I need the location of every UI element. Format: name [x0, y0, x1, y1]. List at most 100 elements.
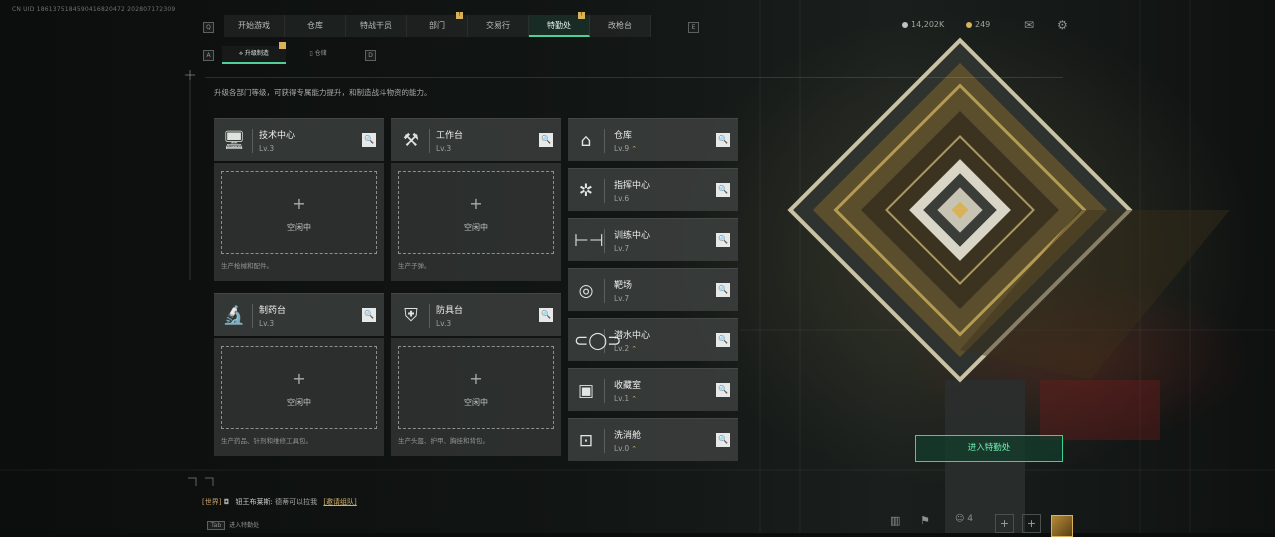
workshop-card-tech-center[interactable]: 🖥 技术中心 Lv.3 🔍: [214, 118, 384, 161]
production-slot[interactable]: + 空闲中: [221, 171, 377, 254]
friends-count-value: 4: [967, 514, 973, 524]
magnify-icon[interactable]: 🔍: [362, 308, 376, 322]
facility-level: Lv.2 ⌃: [614, 344, 637, 353]
card-separator: [604, 179, 605, 203]
facility-level-value: Lv.6: [614, 194, 630, 203]
subtab-storage[interactable]: ▯ 仓储: [286, 46, 350, 62]
plus-icon: +: [292, 194, 306, 213]
facility-level-value: Lv.9: [614, 144, 630, 153]
tab-special-ops[interactable]: 特勤处!: [529, 12, 590, 37]
tab-hint[interactable]: Tab 进入特勤处: [207, 520, 259, 530]
facility-name: 收藏室: [614, 381, 642, 391]
tab-operators[interactable]: 特战干员: [346, 15, 407, 37]
flag-icon[interactable]: ⚑: [920, 514, 930, 527]
magnify-icon[interactable]: 🔍: [716, 233, 730, 247]
idle-status: 空闲中: [464, 223, 488, 232]
command-chip-icon: ✲: [578, 181, 594, 201]
microscope-icon: 🔬: [222, 305, 246, 326]
facility-level: Lv.1 ⌃: [614, 394, 637, 403]
add-team-button[interactable]: +: [1022, 514, 1041, 533]
friends-count[interactable]: ☺ 4: [955, 514, 973, 524]
card-separator: [604, 129, 605, 153]
plus-icon: +: [469, 369, 483, 388]
subtab-next-key[interactable]: D: [365, 50, 376, 61]
coin-balance: 14,202K: [902, 20, 944, 29]
bar-chart-icon[interactable]: ▥: [890, 514, 900, 527]
facility-level: Lv.7: [614, 294, 629, 303]
magnify-icon[interactable]: 🔍: [716, 283, 730, 297]
card-separator: [252, 304, 253, 328]
tab-start-game[interactable]: 开始游戏: [224, 15, 285, 37]
workshop-slot-pharmacy[interactable]: + 空闲中 生产药品、针剂和维修工具包。: [214, 338, 384, 456]
subtab-bar: ⟡ 升级制造 ▯ 仓储: [222, 42, 350, 64]
header-divider: [205, 77, 1063, 78]
mail-icon[interactable]: ✉: [1024, 18, 1034, 32]
magnify-icon[interactable]: 🔍: [539, 133, 553, 147]
facility-decontamination-chamber[interactable]: ⊡ 洗消舱 Lv.0 ⌃ 🔍: [568, 418, 738, 461]
dumbbell-icon: ⊢⊣: [574, 231, 604, 251]
subtab-label: 仓储: [314, 50, 327, 57]
magnify-icon[interactable]: 🔍: [716, 183, 730, 197]
plus-icon: +: [292, 369, 306, 388]
warehouse-icon: ⌂: [580, 131, 592, 151]
workshop-card-pharmacy[interactable]: 🔬 制药台 Lv.3 🔍: [214, 293, 384, 336]
magnify-icon[interactable]: 🔍: [716, 133, 730, 147]
settings-gear-icon[interactable]: ⚙: [1057, 18, 1068, 32]
armor-icon: ⛨: [404, 305, 418, 326]
magnify-icon[interactable]: 🔍: [539, 308, 553, 322]
facility-training-center[interactable]: ⊢⊣ 训练中心 Lv.7 🔍: [568, 218, 738, 261]
add-friend-button[interactable]: +: [995, 514, 1014, 533]
facility-level-value: Lv.2: [614, 344, 630, 353]
camera-icon: ◘: [223, 498, 230, 506]
upgrade-arrow-icon: ⌃: [631, 395, 638, 403]
enter-special-ops-button[interactable]: 进入特勤处: [915, 435, 1063, 462]
avatar[interactable]: [1051, 515, 1073, 537]
card-separator: [604, 429, 605, 453]
production-slot[interactable]: + 空闲中: [398, 171, 554, 254]
facility-collection-room[interactable]: ▣ 收藏室 Lv.1 ⌃ 🔍: [568, 368, 738, 411]
plus-icon: +: [469, 194, 483, 213]
workshop-slot-workbench[interactable]: + 空闲中 生产子弹。: [391, 163, 561, 281]
nav-prev-key[interactable]: Q: [203, 22, 214, 33]
magnify-icon[interactable]: 🔍: [716, 383, 730, 397]
workshop-card-workbench[interactable]: ⚒ 工作台 Lv.3 🔍: [391, 118, 561, 161]
chat-nickname[interactable]: 钮王布莱斯:: [235, 498, 272, 506]
facility-command-center[interactable]: ✲ 指挥中心 Lv.6 🔍: [568, 168, 738, 211]
magnify-icon[interactable]: 🔍: [362, 133, 376, 147]
card-separator: [604, 379, 605, 403]
facility-level-value: Lv.7: [614, 244, 630, 253]
facility-diving-center[interactable]: ⊂◯⊃ 潜水中心 Lv.2 ⌃ 🔍: [568, 318, 738, 361]
workshop-card-armor-bench[interactable]: ⛨ 防具台 Lv.3 🔍: [391, 293, 561, 336]
nav-next-key[interactable]: E: [688, 22, 699, 33]
production-slot[interactable]: + 空闲中: [221, 346, 377, 429]
chat-invite-link[interactable]: [邀请组队]: [323, 498, 356, 506]
magnify-icon[interactable]: 🔍: [716, 433, 730, 447]
facility-warehouse[interactable]: ⌂ 仓库 Lv.9 ⌃ 🔍: [568, 118, 738, 161]
upgrade-arrow-icon: ⌃: [631, 145, 638, 153]
tab-trading[interactable]: 交易行: [468, 15, 529, 37]
workshop-slot-armor-bench[interactable]: + 空闲中 生产头盔、护甲、胸挂和背包。: [391, 338, 561, 456]
card-separator: [604, 229, 605, 253]
workshop-name: 防具台: [436, 306, 464, 316]
ticket-balance: 249: [966, 20, 990, 29]
coin-icon: [902, 21, 908, 28]
tab-warehouse[interactable]: 仓库: [285, 15, 346, 37]
tab-departments[interactable]: 部门!: [407, 12, 468, 37]
subtab-prev-key[interactable]: A: [203, 50, 214, 61]
facility-shooting-range[interactable]: ◎ 靶场 Lv.7 🔍: [568, 268, 738, 311]
tab-gunsmith[interactable]: 改枪台: [590, 15, 651, 37]
facility-name: 潜水中心: [614, 331, 651, 341]
notification-badge-icon: !: [578, 12, 585, 19]
facility-name: 靶场: [614, 281, 633, 291]
facility-name: 训练中心: [614, 231, 651, 241]
production-description: 生产枪械和配件。: [221, 262, 273, 270]
subtab-upgrade-craft[interactable]: ⟡ 升级制造: [222, 42, 286, 64]
workshop-slot-tech-center[interactable]: + 空闲中 生产枪械和配件。: [214, 163, 384, 281]
ticket-value: 249: [975, 20, 991, 29]
production-slot[interactable]: + 空闲中: [398, 346, 554, 429]
card-separator: [252, 129, 253, 153]
magnify-icon[interactable]: 🔍: [716, 333, 730, 347]
facility-level-value: Lv.7: [614, 294, 630, 303]
workshop-level: Lv.3: [259, 319, 275, 328]
notification-badge-icon: !: [456, 12, 463, 19]
